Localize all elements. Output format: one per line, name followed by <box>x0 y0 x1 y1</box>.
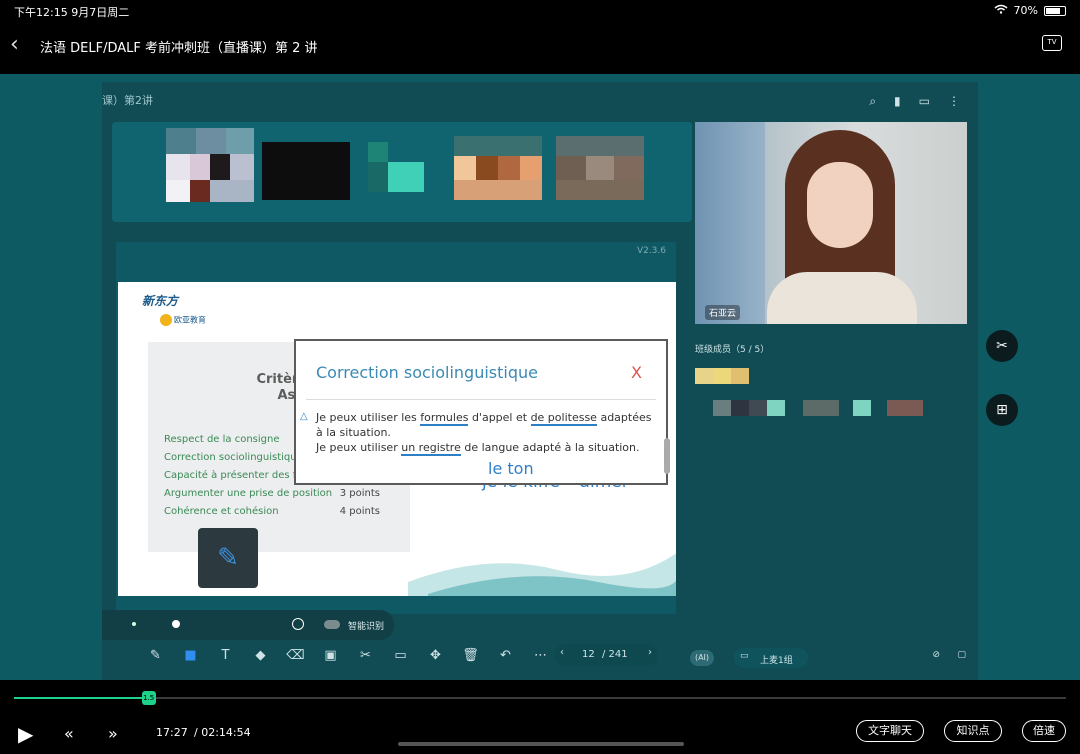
wave-decoration <box>408 553 676 596</box>
slide-scrollbar[interactable] <box>664 438 670 474</box>
battery-icon <box>1044 5 1066 16</box>
chevron-left-icon[interactable]: ‹ <box>10 32 32 58</box>
fast-forward-icon[interactable]: » <box>108 724 118 743</box>
smart-recognition-toggle[interactable] <box>324 620 340 629</box>
chat-icon: ▭ <box>740 651 749 661</box>
more-icon[interactable]: ⋮ <box>948 94 960 109</box>
student-video <box>454 128 542 208</box>
rewind-icon[interactable]: « <box>64 724 74 743</box>
handwritten-note: le ton <box>488 459 534 478</box>
eraser-icon[interactable]: ⌫ <box>278 648 313 663</box>
fill-icon[interactable]: ◆ <box>243 648 278 663</box>
status-bar: 下午12:15 9月7日周二 70% <box>0 0 1080 22</box>
progress-played <box>14 697 149 699</box>
members-label: 班级成员（5 / 5） <box>695 345 770 355</box>
chevron-left-icon[interactable]: ‹ <box>560 647 564 658</box>
popup-line-2: à la situation. <box>316 426 391 439</box>
student-video <box>166 128 254 208</box>
text-chat-button[interactable]: 文字聊天 <box>856 720 924 742</box>
status-time: 下午12:15 9月7日周二 <box>14 6 130 19</box>
progress-track[interactable]: 1.5 <box>14 691 1066 705</box>
members-panel: 班级成员（5 / 5） <box>695 334 965 654</box>
close-icon[interactable]: X <box>631 363 642 382</box>
popup-line-3: Je peux utiliser un registre de langue a… <box>316 441 640 456</box>
play-icon[interactable]: ▶ <box>18 722 33 746</box>
scissors-icon[interactable]: ✂ <box>348 648 383 663</box>
progress-knob[interactable]: 1.5 <box>141 691 156 705</box>
logo-sub: 欧亚教育 <box>160 314 206 326</box>
knowledge-points-button[interactable]: 知识点 <box>944 720 1002 742</box>
member-avatar <box>713 400 731 416</box>
more-icon[interactable]: ⋯ <box>523 648 558 663</box>
shape-color-icon[interactable]: ■ <box>173 648 208 663</box>
text-tool-icon[interactable]: T <box>208 648 243 663</box>
screenshot-icon[interactable]: ▭ <box>383 648 418 663</box>
pen-size-medium[interactable] <box>172 620 180 628</box>
chat-bar: (AI) ▭ 上麦1组 ⊘ ▢ <box>690 648 970 672</box>
screen-icon[interactable]: ▭ <box>919 94 930 109</box>
popup-title: Correction sociolinguistique <box>316 363 538 382</box>
member-avatar <box>803 400 839 416</box>
logo-main: 新东方 <box>142 294 179 308</box>
smart-recognition-label: 智能识别 <box>348 622 385 632</box>
popup-dialog: Correction sociolinguistique X △ Je peux… <box>294 339 668 485</box>
pen-size-small[interactable] <box>132 622 136 626</box>
student-video <box>556 128 644 208</box>
home-indicator <box>398 742 684 746</box>
trash-icon[interactable]: 🗑 <box>453 648 488 663</box>
whiteboard[interactable]: V2.3.6 新东方 欧亚教育 Critères d'évAspect gé R… <box>116 242 676 614</box>
student-cameras <box>112 122 692 222</box>
student-video <box>358 128 446 208</box>
criteria-row: Cohérence et cohésion 4 points <box>164 506 380 517</box>
total-time: / 02:14:54 <box>194 726 251 739</box>
ai-button[interactable]: (AI) <box>690 650 714 666</box>
tv-icon[interactable]: TV <box>1042 35 1062 51</box>
battery-percent: 70% <box>1013 4 1038 17</box>
move-icon[interactable]: ✥ <box>418 648 453 663</box>
scissors-icon[interactable]: ✂ <box>986 330 1018 362</box>
teacher-name: 石亚云 <box>705 305 741 320</box>
page-navigator: ‹ 12 / 241 › <box>554 644 658 666</box>
hands-up-button[interactable]: ▭ 上麦1组 <box>734 648 808 668</box>
chevron-right-icon[interactable]: › <box>648 647 652 658</box>
classroom-titlebar: 课）第2讲 <box>102 82 702 118</box>
page-title: 法语 DELF/DALF 考前冲刺班（直播课）第 2 讲 <box>40 41 318 56</box>
member-avatar <box>887 400 923 416</box>
classroom-top-icons: ⌕ ▮ ▭ ⋮ <box>869 94 960 109</box>
bookmark-icon[interactable]: ⊞ <box>986 394 1018 426</box>
image-icon[interactable]: ▣ <box>313 648 348 663</box>
classroom-title: 课）第2讲 <box>102 94 153 107</box>
app-root: 下午12:15 9月7日周二 70% ‹ 法语 DELF/DALF 考前冲刺班（… <box>0 0 1080 754</box>
player-controls: 1.5 ▶ « » 17:27 / 02:14:54 文字聊天 知识点 倍速 <box>0 680 1080 754</box>
mute-icon[interactable]: ⊘ <box>932 650 940 660</box>
classroom-window: 课）第2讲 ⌕ ▮ ▭ ⋮ 石亚云 班级成员（5 / 5） V2.3.6 新东方… <box>102 82 978 680</box>
undo-icon[interactable]: ↶ <box>488 648 523 663</box>
status-right: 70% <box>994 4 1066 17</box>
version-label: V2.3.6 <box>636 246 666 256</box>
speed-button[interactable]: 倍速 <box>1022 720 1066 742</box>
page-current: 12 <box>582 649 595 660</box>
app-header: ‹ 法语 DELF/DALF 考前冲刺班（直播课）第 2 讲 TV <box>0 22 1080 72</box>
triangle-icon: △ <box>300 411 308 422</box>
zoom-icon[interactable]: ⌕ <box>869 94 876 109</box>
signal-icon: ▮ <box>894 94 901 108</box>
teacher-video: 石亚云 <box>695 122 967 324</box>
criteria-row: Argumenter une prise de position 3 points <box>164 488 380 499</box>
popup-line-1: Je peux utiliser les formules d'appel et… <box>316 411 652 426</box>
member-avatar <box>695 368 713 384</box>
chat-bubble-icon[interactable]: ▢ <box>957 650 966 660</box>
wifi-icon <box>994 4 1008 17</box>
hands-up-label: 上麦1组 <box>760 656 793 666</box>
video-area[interactable]: 课）第2讲 ⌕ ▮ ▭ ⋮ 石亚云 班级成员（5 / 5） V2.3.6 新东方… <box>0 74 1080 680</box>
current-time: 17:27 <box>156 726 188 739</box>
page-total: / 241 <box>602 649 628 660</box>
slide[interactable]: 新东方 欧亚教育 Critères d'évAspect gé Respect … <box>118 282 676 596</box>
pen-size-bar: 智能识别 <box>102 610 394 640</box>
student-video <box>262 128 350 208</box>
pen-icon[interactable]: ✎ <box>198 528 258 588</box>
pen-tool-icon[interactable]: ✎ <box>138 648 173 663</box>
pen-size-large[interactable] <box>292 618 304 630</box>
